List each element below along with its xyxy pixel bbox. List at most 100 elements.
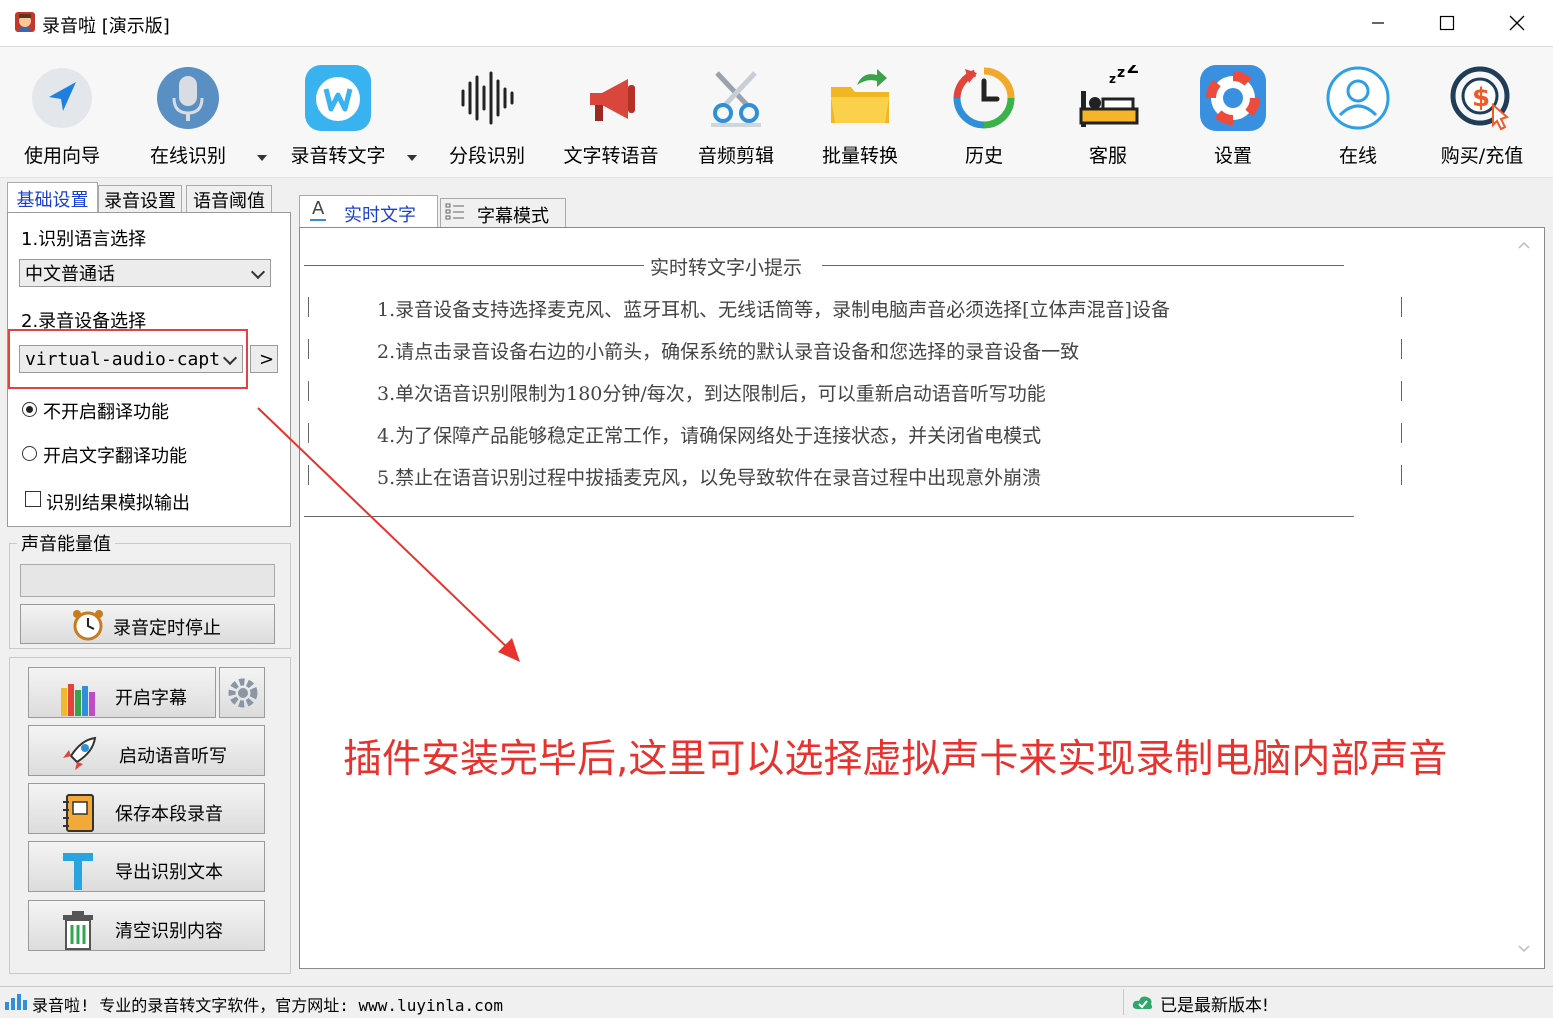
microphone-icon — [157, 67, 219, 129]
navigation-arrow-icon — [32, 68, 92, 128]
tips-header: 实时转文字小提示 — [650, 257, 803, 279]
tab-basic-settings[interactable]: 基础设置 — [7, 182, 98, 214]
divider — [1401, 423, 1402, 443]
close-button[interactable] — [1482, 0, 1552, 46]
export-text-label: 导出识别文本 — [115, 862, 223, 883]
toolbar-label: 设置 — [1213, 145, 1252, 167]
alarm-clock-icon — [73, 610, 103, 641]
sound-wave-icon — [461, 71, 514, 125]
user-avatar-icon — [1326, 66, 1390, 130]
minimize-button[interactable] — [1343, 0, 1413, 46]
basic-settings-panel: 1.识别语言选择 中文普通话 2.录音设备选择 virtual-audio-ca… — [7, 212, 291, 527]
rocket-icon — [61, 736, 97, 772]
w-logo-icon — [305, 65, 371, 131]
timer-stop-button[interactable]: 录音定时停止 — [20, 604, 275, 644]
dollar-coin-icon: $ — [1450, 66, 1510, 131]
tab-voice-threshold[interactable]: 语音阈值 — [186, 185, 272, 214]
trash-can-icon — [63, 911, 93, 950]
export-text-button[interactable]: 导出识别文本 — [28, 841, 265, 892]
language-select-value: 中文普通话 — [25, 264, 115, 285]
maximize-icon — [1439, 15, 1455, 31]
toolbar-label: 文字转语音 — [563, 145, 659, 167]
svg-text:$: $ — [1472, 83, 1490, 113]
toolbar-settings-button[interactable]: 设置 — [1178, 57, 1288, 172]
divider — [822, 265, 1344, 266]
toolbar-audio-to-text-button[interactable]: 录音转文字 — [283, 57, 393, 172]
start-dictation-button[interactable]: 启动语音听写 — [28, 725, 265, 776]
chevron-down-icon[interactable] — [257, 155, 267, 161]
window-title: 录音啦 [演示版] — [42, 16, 170, 37]
divider — [308, 339, 309, 359]
language-select[interactable]: 中文普通话 — [19, 259, 271, 287]
svg-text:z: z — [1109, 72, 1116, 86]
toolbar-text-to-speech-button[interactable]: 文字转语音 — [556, 57, 666, 172]
toolbar-service-button[interactable]: z z Z 客服 — [1053, 57, 1163, 172]
start-dictation-label: 启动语音听写 — [119, 746, 227, 767]
chevron-down-icon[interactable] — [407, 155, 417, 161]
simulate-output-checkbox[interactable] — [25, 491, 41, 507]
tab-subtitle-mode[interactable]: 字幕模式 — [440, 198, 566, 227]
folder-icon — [831, 69, 889, 123]
divider — [1401, 297, 1402, 317]
toolbar-purchase-button[interactable]: $ 购买/充值 — [1427, 57, 1537, 172]
energy-meter — [20, 564, 275, 597]
translation-on-label: 开启文字翻译功能 — [43, 446, 187, 467]
title-bar: 录音啦 [演示版] — [0, 0, 1553, 47]
toolbar-online-recognize-button[interactable]: 在线识别 — [133, 57, 243, 172]
scroll-down-icon[interactable] — [1518, 944, 1530, 954]
text-t-icon — [63, 853, 93, 890]
vertical-scrollbar[interactable] — [1510, 232, 1538, 962]
maximize-button[interactable] — [1412, 0, 1482, 46]
version-status: 已是最新版本! — [1160, 996, 1269, 1016]
toolbar-online-button[interactable]: 在线 — [1303, 57, 1413, 172]
toolbar-label: 分段识别 — [448, 145, 525, 167]
tab-subtitle-mode-label: 字幕模式 — [477, 206, 549, 227]
divider — [1123, 989, 1124, 1015]
highlight-box — [8, 329, 248, 389]
svg-text:Z: Z — [1127, 65, 1139, 77]
divider — [304, 265, 644, 266]
chevron-down-icon — [250, 264, 266, 280]
translation-off-label: 不开启翻译功能 — [43, 402, 169, 423]
toolbar-audio-edit-button[interactable]: 音频剪辑 — [681, 57, 791, 172]
tab-realtime-text[interactable]: A 实时文字 — [299, 195, 438, 227]
toolbar-label: 在线 — [1338, 145, 1377, 167]
translation-on-radio[interactable] — [22, 446, 37, 461]
save-recording-button[interactable]: 保存本段录音 — [28, 783, 265, 834]
scroll-up-icon[interactable] — [1518, 240, 1530, 250]
energy-label: 声音能量值 — [17, 530, 115, 556]
divider — [1401, 381, 1402, 401]
crayons-icon — [61, 684, 95, 716]
tip-line: 1.录音设备支持选择麦克风、蓝牙耳机、无线话筒等，录制电脑声音必须选择[立体声混… — [377, 299, 1170, 321]
clear-content-button[interactable]: 清空识别内容 — [28, 900, 265, 951]
signal-bars-icon — [5, 994, 27, 1010]
lifebuoy-icon — [1200, 65, 1266, 131]
status-bar: 录音啦! 专业的录音转文字软件，官方网址: www.luyinla.com 已是… — [0, 986, 1553, 1018]
language-label: 1.识别语言选择 — [21, 229, 147, 250]
tab-record-settings[interactable]: 录音设置 — [98, 185, 182, 214]
status-text: 录音啦! 专业的录音转文字软件，官方网址: www.luyinla.com — [32, 996, 504, 1015]
text-a-icon: A — [312, 198, 325, 219]
toolbar: 使用向导 在线识别 录音转文字 分段识别 文字转语音 音频剪辑 批量转换 历史 … — [0, 47, 1553, 178]
toolbar-batch-convert-button[interactable]: 批量转换 — [805, 57, 915, 172]
sleeping-bed-icon: z z Z — [1079, 65, 1139, 127]
toolbar-label: 历史 — [964, 145, 1003, 167]
start-subtitle-label: 开启字幕 — [115, 688, 187, 709]
clear-content-label: 清空识别内容 — [115, 921, 223, 942]
divider — [308, 297, 309, 317]
toolbar-history-button[interactable]: 历史 — [929, 57, 1039, 172]
translation-off-radio[interactable] — [22, 402, 37, 417]
device-more-button[interactable]: > — [250, 345, 278, 373]
start-subtitle-button[interactable]: 开启字幕 — [28, 667, 216, 718]
toolbar-label: 客服 — [1088, 145, 1127, 167]
timer-stop-label: 录音定时停止 — [113, 618, 221, 639]
app-logo-icon — [15, 12, 35, 32]
toolbar-label: 录音转文字 — [290, 145, 386, 167]
toolbar-label: 音频剪辑 — [697, 145, 774, 167]
toolbar-guide-button[interactable]: 使用向导 — [7, 57, 117, 172]
toolbar-segment-button[interactable]: 分段识别 — [432, 57, 542, 172]
history-clock-icon — [953, 67, 1015, 129]
simulate-output-label: 识别结果模拟输出 — [46, 493, 190, 514]
tab-realtime-text-label: 实时文字 — [344, 205, 416, 226]
toolbar-label: 在线识别 — [149, 145, 226, 167]
